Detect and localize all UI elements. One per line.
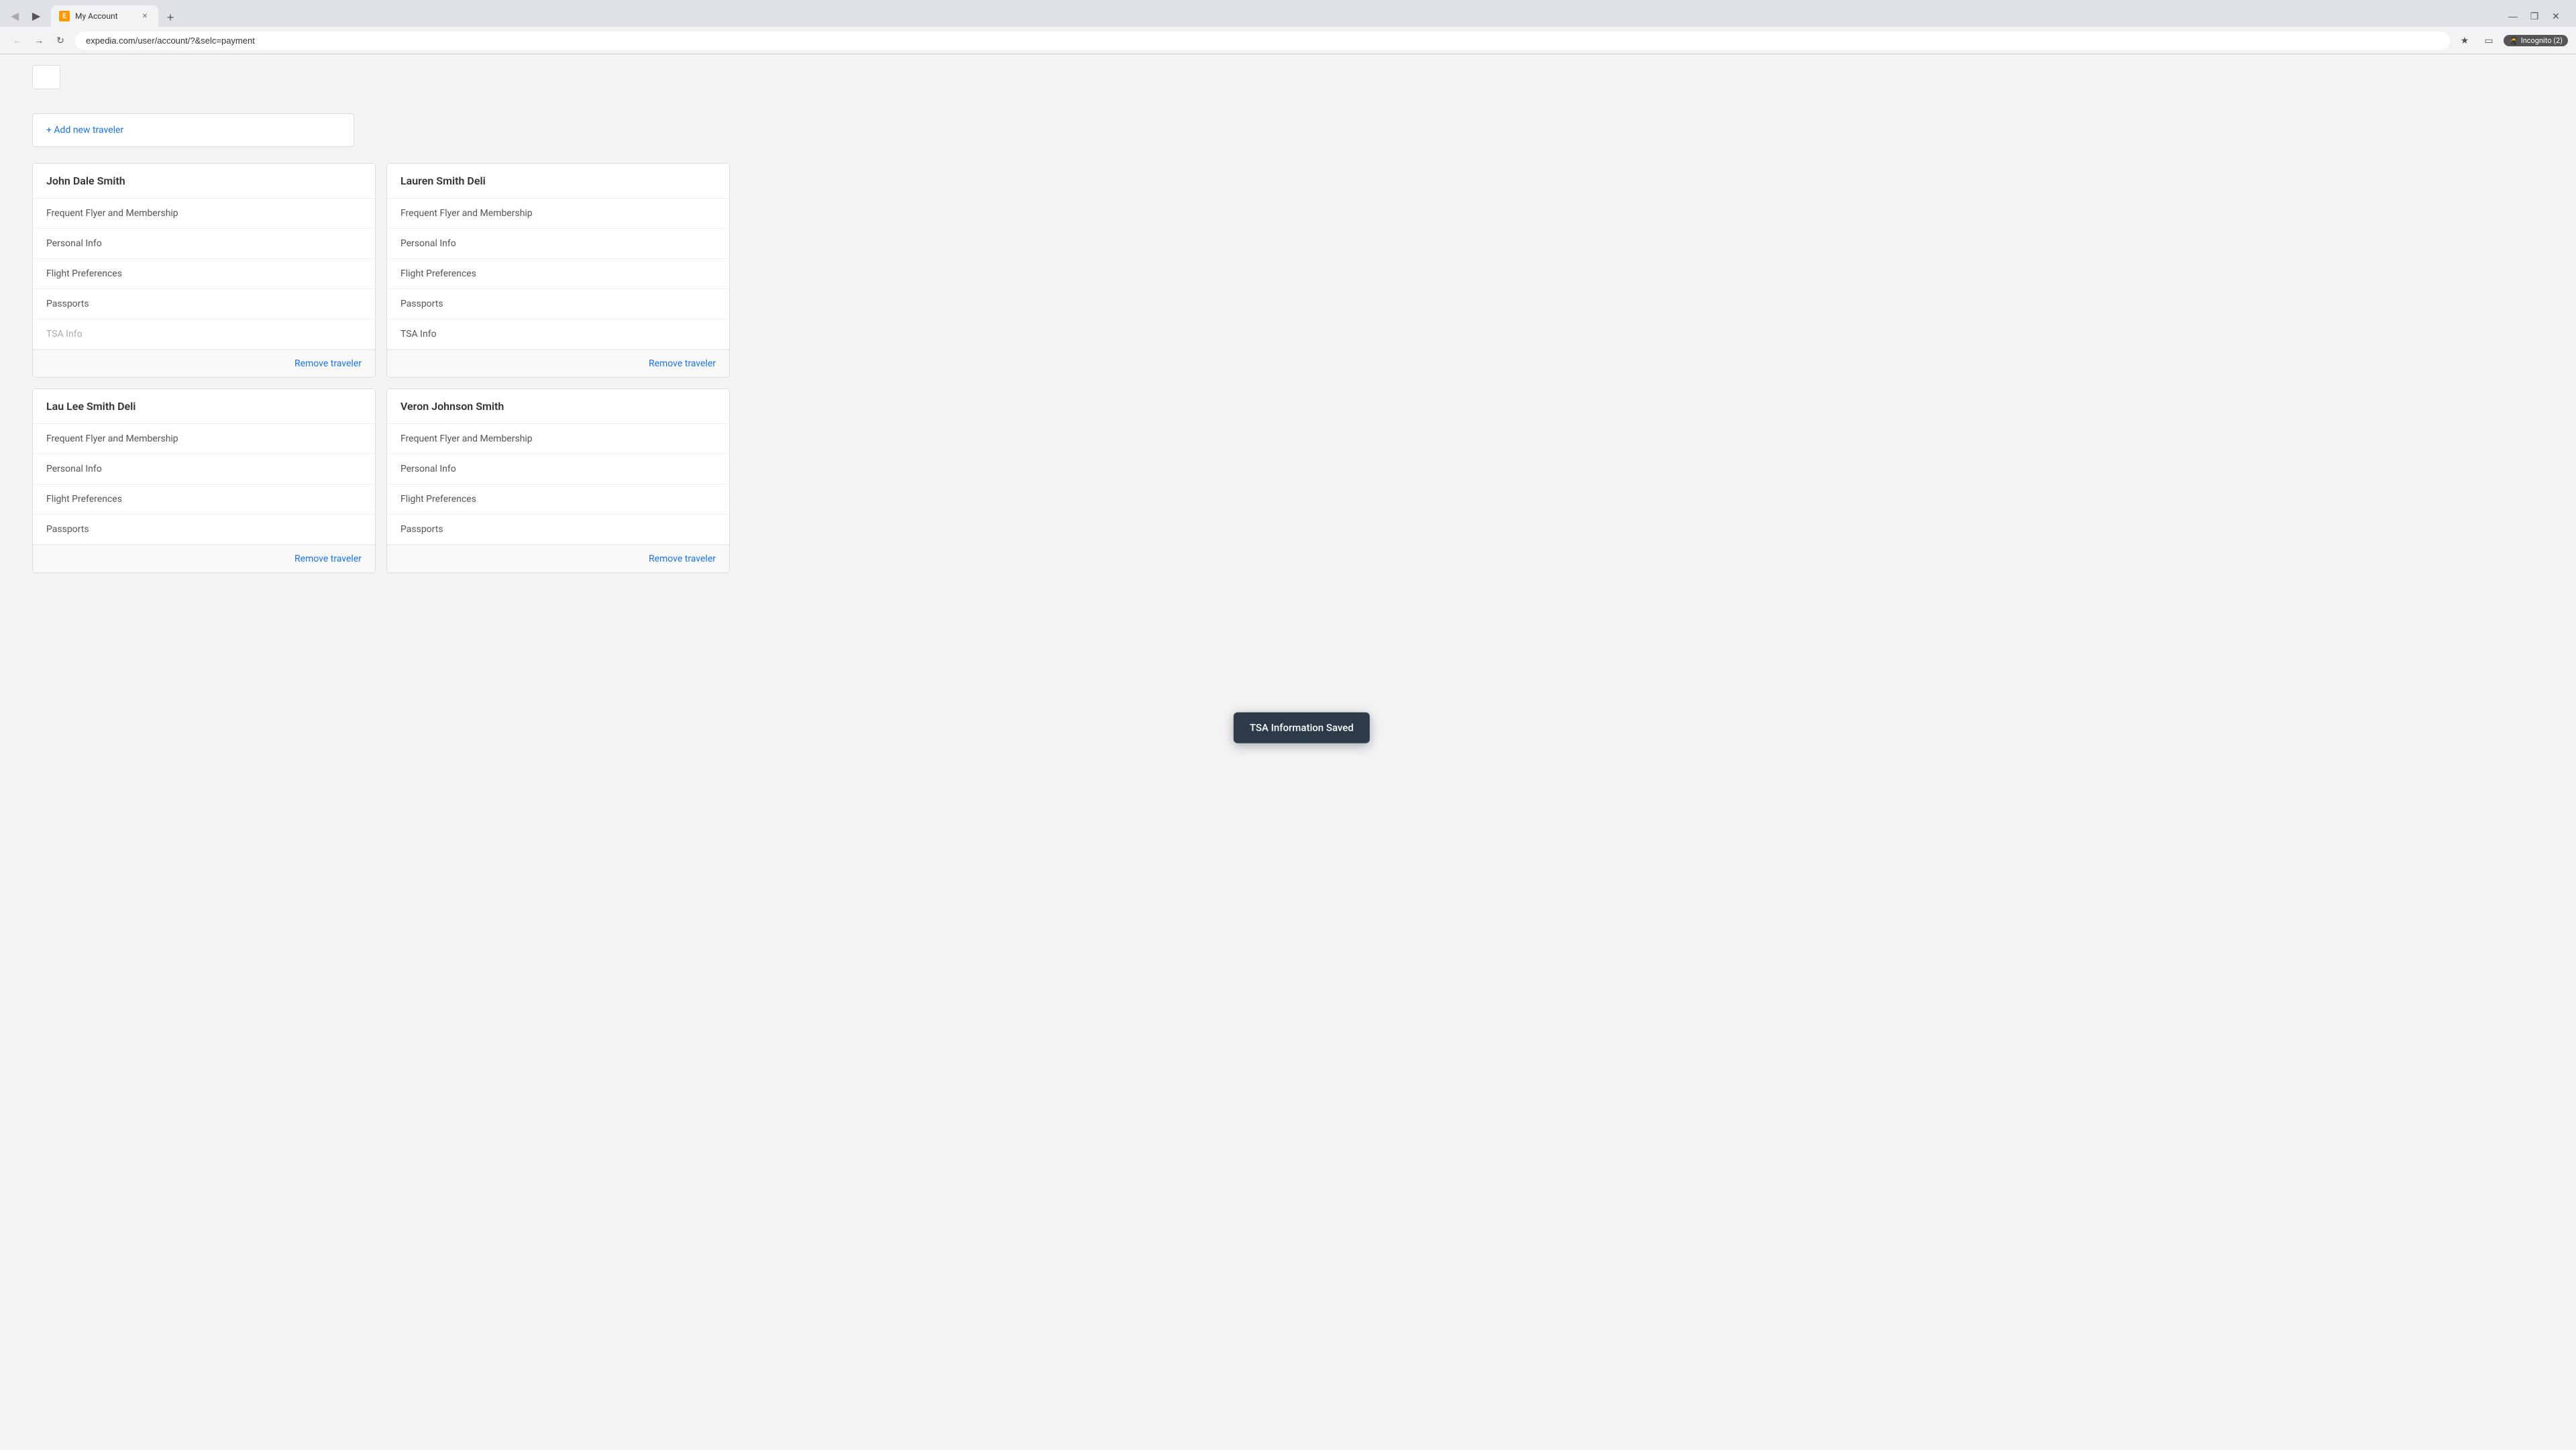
incognito-label: Incognito (2) bbox=[2521, 36, 2563, 45]
menu-item-personal-info-2[interactable]: Personal Info bbox=[387, 229, 729, 259]
remove-traveler-lau-lee-smith-deli[interactable]: Remove traveler bbox=[294, 554, 362, 564]
active-tab[interactable]: E My Account ✕ bbox=[51, 5, 158, 27]
partial-top-button bbox=[32, 65, 60, 89]
tab-title: My Account bbox=[75, 11, 134, 21]
address-bar: ← → ↻ ★ ▭ 🥷 Incognito (2) bbox=[0, 27, 2576, 54]
menu-item-personal-info-4[interactable]: Personal Info bbox=[387, 454, 729, 484]
menu-item-passports-1[interactable]: Passports bbox=[33, 289, 375, 319]
url-input[interactable] bbox=[75, 32, 2450, 50]
toast-message: TSA Information Saved bbox=[1250, 722, 1354, 734]
menu-item-flight-prefs-1[interactable]: Flight Preferences bbox=[33, 259, 375, 289]
forward-button[interactable]: → bbox=[30, 31, 48, 50]
traveler-name-lauren-smith-deli: Lauren Smith Deli bbox=[400, 174, 716, 187]
travelers-grid: John Dale Smith Frequent Flyer and Member… bbox=[32, 163, 730, 573]
incognito-icon: 🥷 bbox=[2509, 36, 2518, 45]
remove-traveler-veron-johnson-smith[interactable]: Remove traveler bbox=[649, 554, 716, 564]
add-traveler-label: + Add new traveler bbox=[46, 125, 123, 136]
add-traveler-button[interactable]: + Add new traveler bbox=[32, 113, 354, 147]
menu-item-personal-info-3[interactable]: Personal Info bbox=[33, 454, 375, 484]
remove-traveler-john-dale-smith[interactable]: Remove traveler bbox=[294, 358, 362, 369]
reload-button[interactable]: ↻ bbox=[51, 31, 70, 50]
menu-item-tsa-info-1: TSA Info bbox=[33, 319, 375, 350]
menu-item-frequent-flyer-3[interactable]: Frequent Flyer and Membership bbox=[33, 424, 375, 454]
traveler-header-lauren-smith-deli: Lauren Smith Deli bbox=[387, 164, 729, 199]
traveler-footer-veron-johnson-smith: Remove traveler bbox=[387, 545, 729, 572]
split-view-button[interactable]: ▭ bbox=[2479, 31, 2498, 50]
minimize-button[interactable]: — bbox=[2504, 7, 2522, 25]
menu-item-flight-prefs-4[interactable]: Flight Preferences bbox=[387, 484, 729, 515]
partial-top-area bbox=[32, 65, 2544, 103]
traveler-footer-john-dale-smith: Remove traveler bbox=[33, 350, 375, 377]
menu-item-frequent-flyer-2[interactable]: Frequent Flyer and Membership bbox=[387, 199, 729, 229]
tab-back-button[interactable]: ◀ bbox=[5, 7, 24, 25]
tab-forward-button[interactable]: ▶ bbox=[27, 7, 46, 25]
address-actions: ★ ▭ 🥷 Incognito (2) bbox=[2455, 31, 2568, 50]
menu-item-personal-info-1[interactable]: Personal Info bbox=[33, 229, 375, 259]
menu-item-frequent-flyer-1[interactable]: Frequent Flyer and Membership bbox=[33, 199, 375, 229]
close-window-button[interactable]: ✕ bbox=[2546, 7, 2565, 25]
traveler-card-lau-lee-smith-deli: Lau Lee Smith Deli Frequent Flyer and Mem… bbox=[32, 389, 376, 573]
menu-item-passports-3[interactable]: Passports bbox=[33, 515, 375, 545]
incognito-badge[interactable]: 🥷 Incognito (2) bbox=[2504, 35, 2568, 46]
menu-item-passports-2[interactable]: Passports bbox=[387, 289, 729, 319]
toast-notification: TSA Information Saved bbox=[1234, 713, 1370, 743]
tab-favicon: E bbox=[59, 11, 70, 21]
page-content: + Add new traveler John Dale Smith Freque… bbox=[0, 54, 2576, 1450]
traveler-header-veron-johnson-smith: Veron Johnson Smith bbox=[387, 389, 729, 424]
menu-item-flight-prefs-3[interactable]: Flight Preferences bbox=[33, 484, 375, 515]
tab-close-button[interactable]: ✕ bbox=[140, 11, 150, 21]
maximize-button[interactable]: ❐ bbox=[2525, 7, 2544, 25]
menu-item-passports-4[interactable]: Passports bbox=[387, 515, 729, 545]
traveler-header-john-dale-smith: John Dale Smith bbox=[33, 164, 375, 199]
menu-item-frequent-flyer-4[interactable]: Frequent Flyer and Membership bbox=[387, 424, 729, 454]
traveler-footer-lauren-smith-deli: Remove traveler bbox=[387, 350, 729, 377]
tab-bar: ◀ ▶ E My Account ✕ + — ❐ ✕ bbox=[0, 0, 2576, 27]
traveler-name-veron-johnson-smith: Veron Johnson Smith bbox=[400, 400, 716, 413]
nav-controls: ← → ↻ bbox=[8, 31, 70, 50]
traveler-card-veron-johnson-smith: Veron Johnson Smith Frequent Flyer and Me… bbox=[386, 389, 730, 573]
tab-group: E My Account ✕ + bbox=[51, 5, 2501, 27]
menu-item-tsa-info-2[interactable]: TSA Info bbox=[387, 319, 729, 350]
window-controls: — ❐ ✕ bbox=[2504, 7, 2571, 25]
traveler-name-lau-lee-smith-deli: Lau Lee Smith Deli bbox=[46, 400, 362, 413]
traveler-footer-lau-lee-smith-deli: Remove traveler bbox=[33, 545, 375, 572]
traveler-header-lau-lee-smith-deli: Lau Lee Smith Deli bbox=[33, 389, 375, 424]
bookmark-button[interactable]: ★ bbox=[2455, 31, 2474, 50]
new-tab-button[interactable]: + bbox=[161, 8, 180, 27]
remove-traveler-lauren-smith-deli[interactable]: Remove traveler bbox=[649, 358, 716, 369]
traveler-card-lauren-smith-deli: Lauren Smith Deli Frequent Flyer and Memb… bbox=[386, 163, 730, 378]
traveler-name-john-dale-smith: John Dale Smith bbox=[46, 174, 362, 187]
menu-item-flight-prefs-2[interactable]: Flight Preferences bbox=[387, 259, 729, 289]
back-button[interactable]: ← bbox=[8, 31, 27, 50]
browser-chrome: ◀ ▶ E My Account ✕ + — ❐ ✕ ← → ↻ ★ bbox=[0, 0, 2576, 54]
traveler-card-john-dale-smith: John Dale Smith Frequent Flyer and Member… bbox=[32, 163, 376, 378]
